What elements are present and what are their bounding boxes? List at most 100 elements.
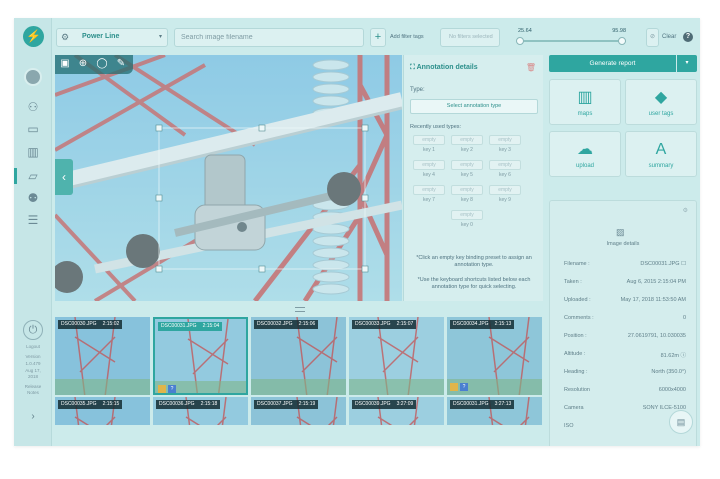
target-icon[interactable]: ⊕ [76, 57, 90, 71]
search-input[interactable] [175, 29, 363, 46]
thumbnail-time: 2:15:18 [200, 401, 218, 407]
chevron-down-icon[interactable]: ▾ [677, 55, 697, 72]
summary-tile[interactable]: A summary [625, 131, 697, 177]
clear-button[interactable]: Clear [662, 34, 676, 40]
select-annotation-type-button[interactable]: Select annotation type [410, 99, 538, 114]
release-notes-link-2[interactable]: Notes [14, 390, 52, 396]
summary-icon: A [655, 141, 667, 158]
thumbnail-label: DSC00031.JPG 3:27:13 [450, 400, 515, 409]
key-preset-button[interactable]: empty [451, 135, 483, 145]
version-year: 2018 [27, 374, 38, 379]
user-icon[interactable]: ⚇ [25, 100, 41, 114]
thumbnail-item[interactable]: DSC00039.JPG 3:27:09 [349, 397, 444, 425]
key-preset-1[interactable]: empty key 1 [412, 135, 446, 157]
pencil-icon[interactable]: ✎ [114, 57, 128, 71]
thumbnail-label: DSC00030.JPG 2:15:02 [58, 320, 123, 329]
thumbnail-filename: DSC00033.JPG [355, 321, 391, 327]
map-icon[interactable]: ▱ [25, 169, 41, 183]
thumbnail-label: DSC00039.JPG 3:27:09 [352, 400, 417, 409]
thumbnail-filename: DSC00032.JPG [257, 321, 293, 327]
slider-track[interactable] [518, 40, 626, 42]
help-icon[interactable]: ? [683, 32, 693, 42]
key-preset-button[interactable]: empty [489, 160, 521, 170]
avatar[interactable] [24, 68, 42, 86]
key-preset-button[interactable]: empty [451, 160, 483, 170]
key-preset-4[interactable]: empty key 4 [412, 160, 446, 182]
image-details-title: Image details [606, 241, 640, 247]
thumbnail-item[interactable]: DSC00033.JPG 2:15:07 [349, 317, 444, 395]
gear-icon[interactable]: ⚙ [683, 207, 688, 214]
key-preset-button[interactable]: empty [413, 160, 445, 170]
key-preset-button[interactable]: empty [451, 185, 483, 195]
clear-icon[interactable]: ⊘ [646, 28, 659, 47]
chat-icon[interactable]: ▤ [669, 410, 693, 434]
thumbnail-time: 2:15:07 [396, 321, 414, 327]
chart-icon[interactable]: ▥ [25, 145, 41, 159]
logo-icon[interactable]: ⚡ [23, 26, 44, 47]
power-line-photo [55, 55, 402, 301]
list-icon[interactable]: ☰ [25, 213, 41, 227]
key-preset-6[interactable]: empty key 6 [488, 160, 522, 182]
power-icon[interactable]: ⏻ [23, 320, 43, 340]
key-preset-3[interactable]: empty key 3 [488, 135, 522, 157]
key-preset-label: key 7 [423, 197, 435, 203]
expand-sidebar-icon[interactable]: › [14, 406, 52, 428]
maps-tile[interactable]: ▥ maps [549, 79, 621, 125]
detail-row-taken: Taken : Aug 6, 2015 2:15:04 PM [564, 279, 686, 287]
thumbnail-item[interactable]: DSC00032.JPG 2:15:06 [251, 317, 346, 395]
thumbnail-item[interactable]: DSC00031.JPG 2:15:04? [153, 317, 248, 395]
chevron-down-icon: ▾ [158, 34, 162, 40]
thumbnail-item[interactable]: DSC00037.JPG 2:15:19 [251, 397, 346, 425]
filter-tags-field[interactable]: No filters selected [440, 28, 500, 47]
image-viewer[interactable]: ▣ ⊕ ◯ ✎ ‹ [55, 55, 402, 301]
key-preset-label: key 3 [499, 147, 511, 153]
add-filter-button[interactable]: + [370, 28, 386, 47]
key-preset-button[interactable]: empty [489, 185, 521, 195]
key-preset-button[interactable]: empty [413, 135, 445, 145]
user-tags-label: user tags [648, 111, 674, 117]
key-preset-button[interactable]: empty [451, 210, 483, 220]
thumbnail-item[interactable]: DSC00031.JPG 3:27:13 [447, 397, 542, 425]
range-slider[interactable]: 25.64 95.98 [514, 28, 630, 47]
annotation-panel: ⛶ Annotation details 🗑 Type: Select anno… [403, 55, 543, 301]
cube-icon[interactable]: ▣ [58, 57, 72, 71]
slider-handle-low[interactable] [516, 37, 525, 45]
detail-key: Camera [564, 405, 584, 411]
detail-value[interactable]: DSC00031.JPG ☐ [640, 261, 686, 267]
key-preset-button[interactable]: empty [413, 185, 445, 195]
trash-icon[interactable]: 🗑 [526, 63, 536, 72]
thumbnail-item[interactable]: DSC00034.JPG 2:15:13? [447, 317, 542, 395]
key-preset-2[interactable]: empty key 2 [450, 135, 484, 157]
key-preset-5[interactable]: empty key 5 [450, 160, 484, 182]
key-preset-9[interactable]: empty key 9 [488, 185, 522, 207]
thumbnail-item[interactable]: DSC00036.JPG 2:15:18 [153, 397, 248, 425]
card-icon[interactable]: ▭ [25, 122, 41, 136]
key-preset-label: key 8 [461, 197, 473, 203]
hint-text-2: *Use the keyboard shortcuts listed below… [417, 277, 531, 290]
upload-icon: ☁ [577, 141, 593, 158]
drag-handle-icon[interactable] [295, 307, 305, 312]
project-name: Power Line [82, 33, 120, 40]
thumbnail-item[interactable]: DSC00030.JPG 2:15:02 [55, 317, 150, 395]
generate-report-button[interactable]: Generate report [549, 55, 676, 72]
key-preset-0[interactable]: empty key 0 [450, 210, 484, 232]
key-preset-8[interactable]: empty key 8 [450, 185, 484, 207]
thumbnail-item[interactable]: DSC00035.JPG 2:15:15 [55, 397, 150, 425]
question-badge-icon: ? [168, 385, 176, 393]
logout-link[interactable]: Logout [14, 344, 52, 350]
previous-image-button[interactable]: ‹ [55, 159, 73, 195]
thumbnail-filename: DSC00034.JPG [453, 321, 489, 327]
key-preset-button[interactable]: empty [489, 135, 521, 145]
user-tags-tile[interactable]: ◆ user tags [625, 79, 697, 125]
slider-handle-high[interactable] [617, 37, 626, 45]
team-icon[interactable]: ⚉ [25, 191, 41, 205]
circle-icon[interactable]: ◯ [95, 57, 109, 71]
panel-splitter[interactable] [55, 304, 543, 314]
project-select[interactable]: ⚙ Power Line ▾ [56, 28, 168, 47]
key-preset-7[interactable]: empty key 7 [412, 185, 446, 207]
annotation-title-text: Annotation details [416, 64, 478, 71]
add-filter-label[interactable]: Add filter tags [390, 34, 424, 40]
hint-text-1: *Click an empty key binding preset to as… [416, 255, 532, 268]
upload-tile[interactable]: ☁ upload [549, 131, 621, 177]
summary-label: summary [648, 163, 674, 169]
